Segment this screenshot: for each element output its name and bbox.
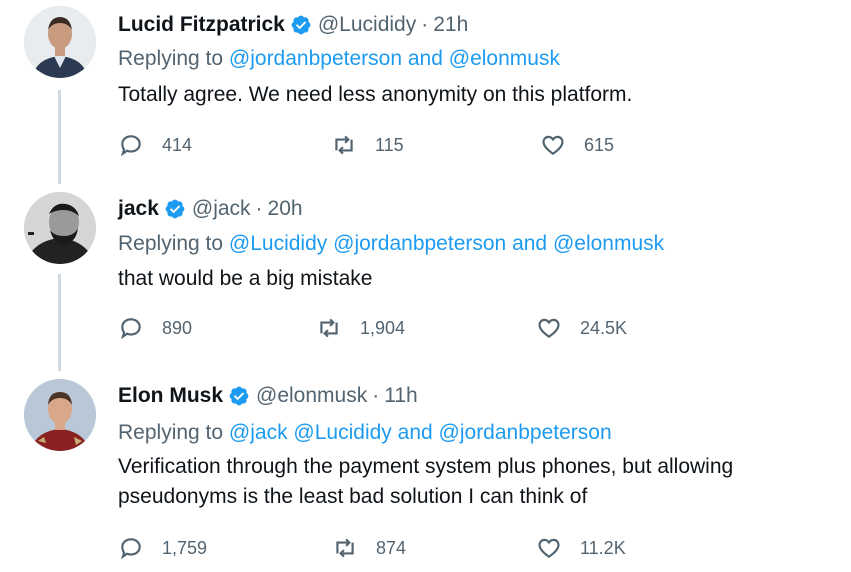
tweet-lucid[interactable]: Lucid Fitzpatrick @Lucididy · 21h Replyi… — [0, 0, 851, 184]
reply-count: 1,759 — [162, 537, 208, 558]
verified-badge-icon — [164, 198, 186, 220]
mention-link[interactable]: @elonmusk — [449, 47, 560, 70]
separator: · — [255, 197, 263, 220]
action-bar: 890 1,904 24.5K — [118, 313, 718, 343]
display-name[interactable]: Elon Musk — [118, 383, 223, 409]
handle[interactable]: @jack — [192, 196, 251, 222]
handle[interactable]: @Lucididy — [318, 12, 416, 38]
display-name[interactable]: Lucid Fitzpatrick — [118, 12, 285, 38]
retweet-count: 1,904 — [360, 317, 406, 338]
like-count: 615 — [584, 134, 615, 155]
tweet-text: Totally agree. We need less anonymity on… — [118, 83, 633, 106]
handle[interactable]: @elonmusk — [256, 383, 367, 409]
retweet-button[interactable]: 874 — [332, 533, 406, 563]
tweet-header: jack @jack · 20h — [118, 196, 303, 222]
tweet-text: Verification through the payment system … — [118, 455, 734, 508]
verified-badge-icon — [290, 14, 312, 36]
retweet-icon — [320, 318, 338, 338]
replying-to-label: Replying to — [118, 232, 224, 255]
timestamp[interactable]: 20h — [268, 196, 303, 222]
reply-icon — [120, 135, 141, 157]
separator: · — [372, 384, 380, 407]
reply-button[interactable]: 414 — [118, 130, 192, 160]
mention-link[interactable]: @jordanbpeterson — [229, 47, 402, 70]
reply-button[interactable]: 890 — [118, 313, 192, 343]
separator: · — [421, 13, 429, 36]
like-count: 24.5K — [580, 317, 628, 338]
retweet-count: 115 — [375, 134, 404, 155]
mention-link[interactable]: @elonmusk — [553, 232, 664, 255]
like-button[interactable]: 11.2K — [536, 533, 626, 563]
action-bar: 1,759 874 11.2K — [118, 533, 718, 563]
tweet-header: Elon Musk @elonmusk · 11h — [118, 383, 418, 409]
replying-to: Replying to @Lucididy @jordanbpeterson a… — [118, 231, 664, 257]
heart-icon — [538, 318, 560, 338]
reply-count: 414 — [162, 134, 193, 155]
like-button[interactable]: 615 — [540, 130, 614, 160]
tweet-header: Lucid Fitzpatrick @Lucididy · 21h — [118, 12, 468, 38]
reply-count: 890 — [162, 317, 193, 338]
timestamp[interactable]: 21h — [433, 12, 468, 38]
verified-badge-icon — [228, 385, 250, 407]
retweet-button[interactable]: 115 — [331, 130, 404, 160]
retweet-button[interactable]: 1,904 — [316, 313, 405, 343]
retweet-count: 874 — [376, 537, 407, 558]
mention-joiner: and — [407, 47, 443, 70]
replying-to-label: Replying to — [118, 421, 224, 444]
mention-link[interactable]: @jordanbpeterson — [333, 232, 506, 255]
avatar-lucid[interactable] — [24, 6, 96, 78]
retweet-icon — [335, 135, 353, 155]
like-button[interactable]: 24.5K — [536, 313, 627, 343]
mention-link[interactable]: @jordanbpeterson — [439, 421, 612, 444]
reply-button[interactable]: 1,759 — [118, 533, 207, 563]
tweet-jack[interactable]: jack @jack · 20h Replying to @Lucididy @… — [0, 184, 851, 371]
display-name[interactable]: jack — [118, 196, 159, 222]
heart-icon — [542, 135, 564, 155]
timestamp[interactable]: 11h — [384, 383, 417, 409]
mention-joiner: and — [397, 421, 433, 444]
retweet-icon — [336, 538, 354, 558]
avatar-elon[interactable] — [24, 379, 96, 451]
mention-link[interactable]: @jack — [229, 421, 288, 444]
avatar-jack[interactable] — [24, 192, 96, 264]
tweet-elon[interactable]: Elon Musk @elonmusk · 11h Replying to @j… — [0, 371, 851, 572]
tweet-text: that would be a big mistake — [118, 267, 373, 290]
heart-icon — [538, 538, 560, 558]
replying-to: Replying to @jack @Lucididy and @jordanb… — [118, 420, 612, 446]
replying-to-label: Replying to — [118, 47, 224, 70]
mention-link[interactable]: @Lucididy — [293, 421, 391, 444]
reply-icon — [120, 538, 141, 560]
thread-line — [58, 90, 61, 184]
thread-line — [58, 274, 61, 371]
action-bar: 414 115 615 — [118, 130, 718, 160]
replying-to: Replying to @jordanbpeterson and @elonmu… — [118, 46, 560, 72]
like-count: 11.2K — [580, 537, 626, 558]
mention-joiner: and — [512, 232, 548, 255]
mention-link[interactable]: @Lucididy — [229, 232, 327, 255]
reply-icon — [120, 318, 141, 340]
